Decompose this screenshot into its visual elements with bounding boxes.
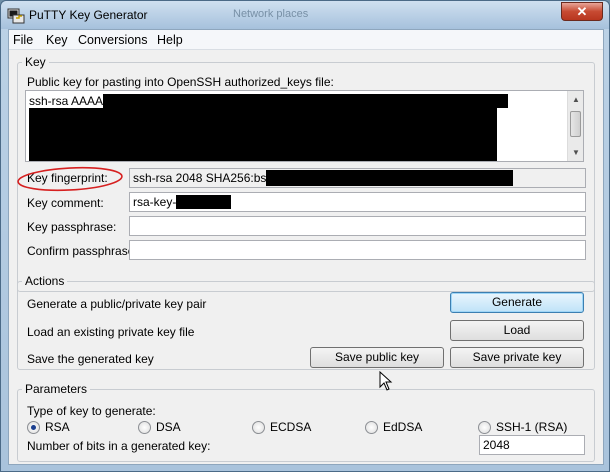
scroll-down-icon[interactable]: ▼	[572, 148, 580, 157]
passphrase-field[interactable]	[129, 216, 586, 236]
fingerprint-field[interactable]: ssh-rsa 2048 SHA256:bs	[129, 168, 586, 188]
save-private-key-button[interactable]: Save private key	[450, 347, 584, 368]
bits-field[interactable]: 2048	[479, 435, 585, 455]
radio-ssh1[interactable]: SSH-1 (RSA)	[478, 420, 567, 434]
window-title: PuTTY Key Generator	[29, 8, 148, 22]
pubkey-redaction	[103, 94, 509, 108]
radio-ecdsa[interactable]: ECDSA	[252, 420, 311, 434]
confirm-field[interactable]	[129, 240, 586, 260]
load-text: Load an existing private key file	[27, 325, 195, 339]
save-public-key-button[interactable]: Save public key	[310, 347, 444, 368]
radio-rsa[interactable]: RSA	[27, 420, 70, 434]
menu-help[interactable]: Help	[157, 33, 183, 47]
pubkey-textbox[interactable]: ssh-rsa AAAA ▲ ▼	[25, 90, 584, 162]
key-type-label: Type of key to generate:	[27, 404, 156, 418]
menu-conversions[interactable]: Conversions	[78, 33, 147, 47]
scroll-up-icon[interactable]: ▲	[572, 95, 580, 104]
annotation-circle	[17, 166, 123, 192]
key-group-legend: Key	[25, 55, 46, 69]
putty-window: PuTTY Key Generator Network places ✕ Fil…	[0, 0, 610, 472]
passphrase-label: Key passphrase:	[27, 220, 117, 234]
radio-ssh1-label: SSH-1 (RSA)	[496, 420, 568, 434]
comment-label: Key comment:	[27, 196, 104, 210]
comment-field[interactable]: rsa-key-	[129, 192, 586, 212]
radio-rsa-label: RSA	[45, 420, 70, 434]
comment-value: rsa-key-	[133, 195, 177, 209]
fingerprint-redaction	[266, 170, 514, 186]
generate-button[interactable]: Generate	[450, 292, 584, 313]
radio-dsa-dot[interactable]	[138, 420, 151, 434]
title-bar[interactable]: PuTTY Key Generator Network places ✕	[1, 1, 609, 29]
parameters-group-legend: Parameters	[25, 382, 88, 396]
pubkey-label: Public key for pasting into OpenSSH auth…	[27, 75, 334, 89]
scroll-thumb[interactable]	[570, 111, 581, 137]
save-text: Save the generated key	[27, 352, 154, 366]
background-window-title: Network places	[233, 8, 309, 20]
putty-app-icon	[7, 8, 25, 24]
menu-key[interactable]: Key	[46, 33, 68, 47]
client-area: File Key Conversions Help Key Public key…	[8, 29, 604, 465]
fingerprint-value: ssh-rsa 2048 SHA256:bs	[133, 171, 267, 185]
radio-ssh1-dot[interactable]	[478, 420, 491, 434]
mouse-cursor-icon	[379, 371, 393, 391]
radio-rsa-dot[interactable]	[27, 420, 40, 434]
pubkey-scrollbar[interactable]: ▲ ▼	[567, 91, 583, 161]
confirm-label: Confirm passphrase:	[27, 244, 138, 258]
pubkey-value: ssh-rsa AAAA	[29, 94, 104, 108]
radio-dsa[interactable]: DSA	[138, 420, 181, 434]
radio-eddsa[interactable]: EdDSA	[365, 420, 422, 434]
radio-ecdsa-dot[interactable]	[252, 420, 265, 434]
close-button[interactable]: ✕	[561, 2, 603, 21]
load-button[interactable]: Load	[450, 320, 584, 341]
menu-bar: File Key Conversions Help	[9, 30, 603, 50]
radio-ecdsa-label: ECDSA	[270, 420, 312, 434]
radio-dsa-label: DSA	[156, 420, 181, 434]
generate-text: Generate a public/private key pair	[27, 297, 207, 311]
actions-group-legend: Actions	[25, 274, 65, 288]
bits-label: Number of bits in a generated key:	[27, 439, 211, 453]
pubkey-redaction-block	[29, 108, 497, 161]
comment-redaction	[176, 195, 232, 209]
radio-eddsa-dot[interactable]	[365, 420, 378, 434]
radio-eddsa-label: EdDSA	[383, 420, 423, 434]
menu-file[interactable]: File	[13, 33, 33, 47]
